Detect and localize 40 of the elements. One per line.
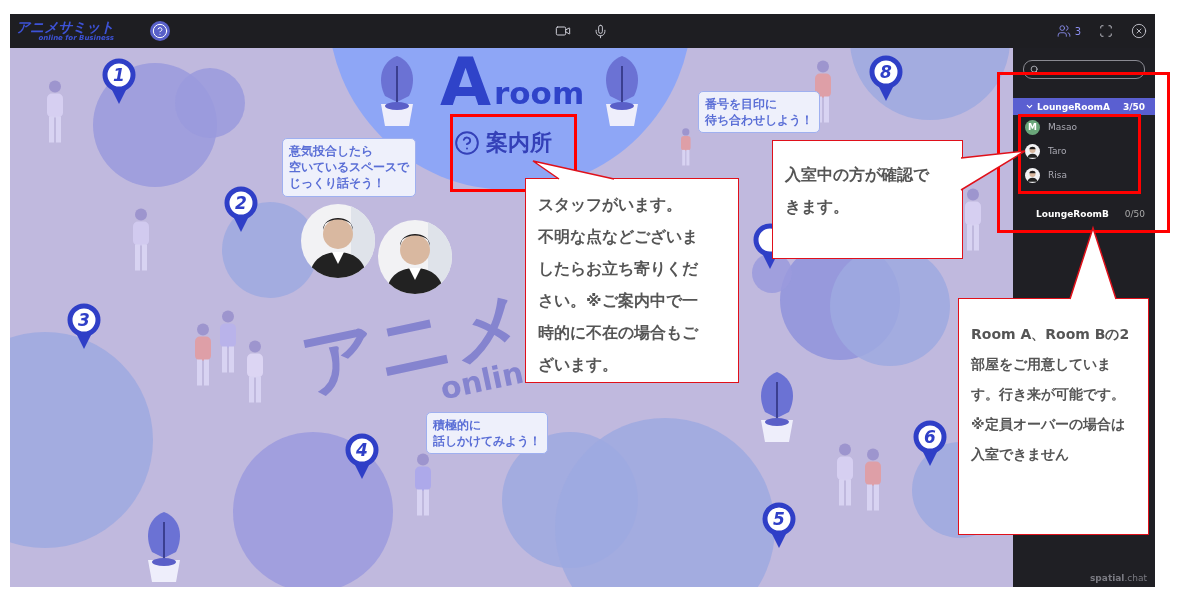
- close-icon[interactable]: [1131, 23, 1147, 39]
- room-letter: A: [440, 50, 492, 116]
- search-icon: [1030, 65, 1039, 74]
- search-field[interactable]: [1023, 60, 1145, 79]
- room-header[interactable]: LoungeRoomA 3/50: [1013, 98, 1155, 115]
- room-name: LoungeRoomA: [1037, 101, 1111, 112]
- room-name: LoungeRoomB: [1035, 208, 1110, 219]
- callout-text: 入室中の方が確認できます。: [785, 164, 931, 218]
- member-item[interactable]: Risa: [1013, 163, 1155, 187]
- person-drawing: [678, 128, 694, 167]
- avatar: M: [1025, 119, 1040, 135]
- member-name: Taro: [1048, 146, 1067, 156]
- bubble-text: 話しかけてみよう！: [433, 433, 541, 450]
- bubble-text: じっくり話そう！: [289, 175, 385, 192]
- fullscreen-icon[interactable]: [1099, 24, 1113, 38]
- room-count: 0/50: [1124, 208, 1145, 219]
- callout-text: スタッフがいます。: [538, 194, 683, 216]
- bubble-text: 意気投合したら: [289, 143, 373, 160]
- info-desk-text: 案内所: [486, 129, 552, 157]
- bubble-text: 積極的に: [433, 417, 481, 434]
- participants-button[interactable]: 3: [1056, 24, 1081, 38]
- brand-text: spatial.chat: [1090, 573, 1148, 585]
- help-button[interactable]: [150, 21, 170, 41]
- room-count: 3/50: [1122, 101, 1145, 112]
- callout-text: Room A、Room Bの2部屋をご用意しています。行き来が可能です。: [971, 325, 1131, 404]
- room-title: room: [494, 78, 585, 109]
- chevron-icon: [1025, 102, 1034, 111]
- member-item[interactable]: Taro: [1013, 139, 1155, 163]
- bubble-text: 空いているスペースで: [289, 159, 409, 176]
- member-name: Risa: [1048, 170, 1067, 180]
- member-item[interactable]: M Masao: [1013, 115, 1155, 139]
- bubble-text: 番号を目印に: [705, 96, 777, 113]
- room-header[interactable]: LoungeRoomB 0/50: [1013, 205, 1155, 222]
- member-name: Masao: [1048, 122, 1077, 132]
- bubble-text: 待ち合わせしよう！: [705, 112, 813, 129]
- callout-text: 不明な点などございましたらお立ち寄りください。※ご案内中で一時的に不在の場合もございます。: [538, 226, 700, 376]
- camera-icon[interactable]: [555, 23, 571, 39]
- help-icon: [454, 130, 480, 156]
- callout-text: ※定員オーバーの場合は入室できません: [971, 415, 1126, 464]
- microphone-icon[interactable]: [593, 23, 608, 39]
